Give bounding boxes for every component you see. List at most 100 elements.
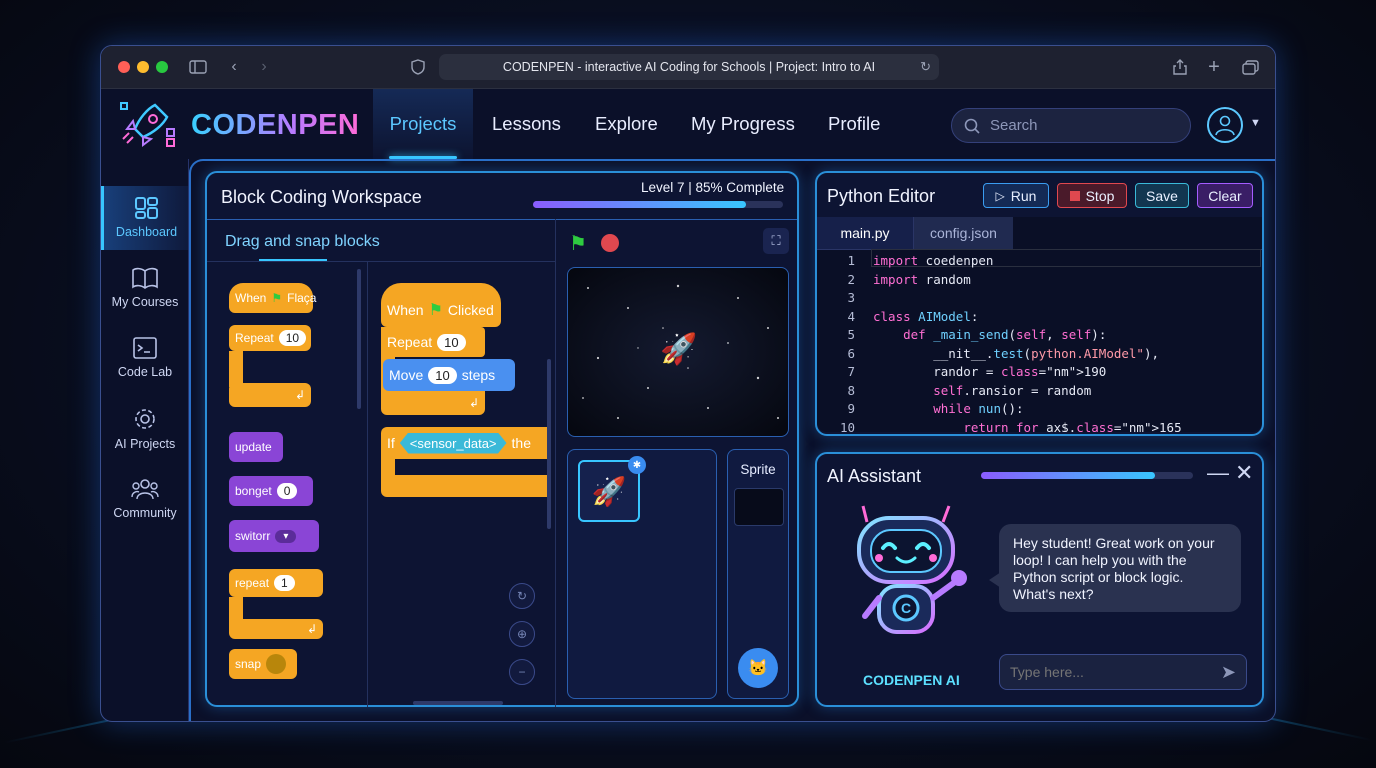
divider (207, 261, 555, 262)
maximize-window-button[interactable] (156, 61, 168, 73)
address-bar[interactable]: CODENPEN - interactive AI Coding for Sch… (439, 54, 939, 80)
level-progress-fill (533, 201, 746, 208)
code-line[interactable]: __nit__.test(python.AIModel"), (873, 346, 1159, 361)
stop-circle-icon[interactable] (601, 234, 619, 252)
search-icon (964, 118, 980, 134)
nav-explore[interactable]: Explore (595, 89, 658, 159)
share-icon[interactable] (1169, 56, 1191, 78)
tab-main-py[interactable]: main.py (817, 217, 913, 249)
nav-my-progress[interactable]: My Progress (691, 89, 795, 159)
switorr-dropdown[interactable]: ▾ (275, 529, 297, 543)
sprite-label: Sprite (740, 462, 776, 477)
run-button[interactable]: ▷ Run (983, 183, 1049, 208)
repeat-count-field[interactable]: 10 (278, 330, 307, 346)
close-window-button[interactable] (118, 61, 130, 73)
forward-icon[interactable]: › (253, 56, 275, 78)
fullscreen-icon[interactable]: ⛶ (763, 228, 789, 254)
script-h-scrollbar[interactable] (413, 701, 503, 705)
nav-lessons[interactable]: Lessons (492, 89, 561, 159)
stage-canvas[interactable]: 🚀 (567, 267, 789, 437)
minimize-icon[interactable]: — (1207, 460, 1229, 486)
sidebar-label: AI Projects (114, 437, 176, 451)
script-scrollbar[interactable] (547, 359, 551, 529)
sprite-info-badge-icon[interactable]: ✱ (628, 456, 646, 474)
bonget-value-field[interactable]: 0 (276, 483, 298, 499)
script-repeat-block[interactable]: Repeat 10 (381, 327, 485, 357)
code-line[interactable]: self.ransior = random (873, 383, 1091, 398)
level-progress-text: Level 7 | 85% Complete (641, 180, 785, 195)
palette-update-block[interactable]: update (229, 432, 283, 462)
sidebar-label: My Courses (111, 295, 179, 309)
palette-when-flag-block[interactable]: When ⚑ Flaça (229, 283, 317, 313)
move-steps-field[interactable]: 10 (428, 366, 457, 384)
reload-icon[interactable]: ↻ (920, 59, 931, 75)
drag-snap-tab[interactable]: Drag and snap blocks (225, 233, 380, 251)
palette-switorr-block[interactable]: switorr ▾ (229, 520, 319, 552)
palette-bonget-block[interactable]: bonget 0 (229, 476, 313, 506)
script-when-clicked-block[interactable]: When ⚑ Clicked (381, 283, 501, 327)
block-workspace-panel: Block Coding Workspace Level 7 | 85% Com… (205, 171, 799, 707)
sensor-data-condition[interactable]: <sensor_data> (399, 432, 507, 454)
sidebar-item-code-lab[interactable]: Code Lab (101, 326, 189, 390)
stop-button[interactable]: Stop (1057, 183, 1127, 208)
send-icon[interactable]: ➤ (1221, 662, 1236, 683)
clear-button[interactable]: Clear (1197, 183, 1253, 208)
palette-repeat-1-block[interactable]: repeat 1 (229, 569, 323, 597)
code-line[interactable]: def _main_send(self, self): (873, 327, 1106, 342)
code-line[interactable]: import coedenpen (873, 253, 993, 268)
nav-profile[interactable]: Profile (828, 89, 880, 159)
zoom-out-icon[interactable]: − (509, 659, 535, 685)
back-icon[interactable]: ‹ (223, 56, 245, 78)
palette-snap-block[interactable]: snap (229, 649, 297, 679)
divider (367, 261, 368, 707)
code-lines[interactable]: 1 import coedenpen 2 import random 3 4 class A… (817, 249, 1262, 432)
app-logo-text: CODENPEN (191, 109, 360, 141)
nav-projects[interactable]: Projects (373, 89, 473, 159)
sidebar-item-community[interactable]: Community (101, 467, 189, 531)
sidebar-item-ai-projects[interactable]: AI Projects (101, 397, 189, 461)
code-line[interactable]: import random (873, 272, 971, 287)
repeat-count-field[interactable]: 1 (274, 575, 295, 591)
script-move-block[interactable]: Move 10 steps (383, 359, 515, 391)
sidebar: Dashboard My Courses Code Lab AI Project… (101, 159, 189, 721)
code-line[interactable]: return for ax$.class="nm">165 (873, 420, 1181, 433)
zoom-in-icon[interactable]: ⊕ (509, 621, 535, 647)
code-line[interactable]: while nun(): (873, 401, 1023, 416)
tab-config-json[interactable]: config.json (913, 217, 1013, 249)
reset-view-icon[interactable]: ↻ (509, 583, 535, 609)
add-sprite-button[interactable]: 🐱 (738, 648, 778, 688)
chevron-down-icon[interactable]: ▼ (1250, 117, 1261, 129)
loop-arrow-icon: ↲ (294, 388, 305, 402)
chat-input[interactable] (1010, 664, 1206, 680)
search-box[interactable] (951, 108, 1191, 143)
tabs-overview-icon[interactable] (1239, 56, 1261, 78)
code-line[interactable]: randor = class="nm">190 (873, 364, 1106, 379)
stop-square-icon (1069, 190, 1080, 201)
sidebar-item-my-courses[interactable]: My Courses (101, 256, 189, 320)
repeat-count-field[interactable]: 10 (437, 333, 466, 351)
script-if-block-end (381, 475, 547, 497)
rocket-sprite-icon[interactable]: 🚀 (660, 332, 697, 367)
sidebar-toggle-icon[interactable] (187, 56, 209, 78)
script-if-block[interactable]: If <sensor_data> the (381, 427, 547, 459)
shield-icon[interactable] (407, 56, 429, 78)
backdrop-thumbnail[interactable] (734, 488, 784, 526)
close-icon[interactable]: ✕ (1235, 460, 1253, 486)
minimize-window-button[interactable] (137, 61, 149, 73)
snap-slot (266, 654, 287, 674)
palette-scrollbar[interactable] (357, 269, 361, 409)
save-button[interactable]: Save (1135, 183, 1189, 208)
sidebar-item-dashboard[interactable]: Dashboard (101, 186, 189, 250)
line-number: 7 (847, 364, 855, 379)
palette-repeat-block[interactable]: Repeat 10 (229, 325, 311, 351)
user-avatar[interactable] (1207, 107, 1243, 143)
new-tab-icon[interactable]: + (1203, 56, 1225, 78)
chat-input-box[interactable]: ➤ (999, 654, 1247, 690)
green-flag-run-icon[interactable]: ⚑ (569, 231, 587, 256)
code-line[interactable]: class AIModel: (873, 309, 978, 324)
search-input[interactable] (990, 117, 1170, 134)
loop-arrow-icon: ↲ (306, 622, 317, 636)
block-label: Flaça (287, 291, 317, 305)
people-icon (131, 479, 159, 500)
code-editor[interactable]: main.py config.json 1 import coedenpen 2 im… (817, 217, 1262, 432)
